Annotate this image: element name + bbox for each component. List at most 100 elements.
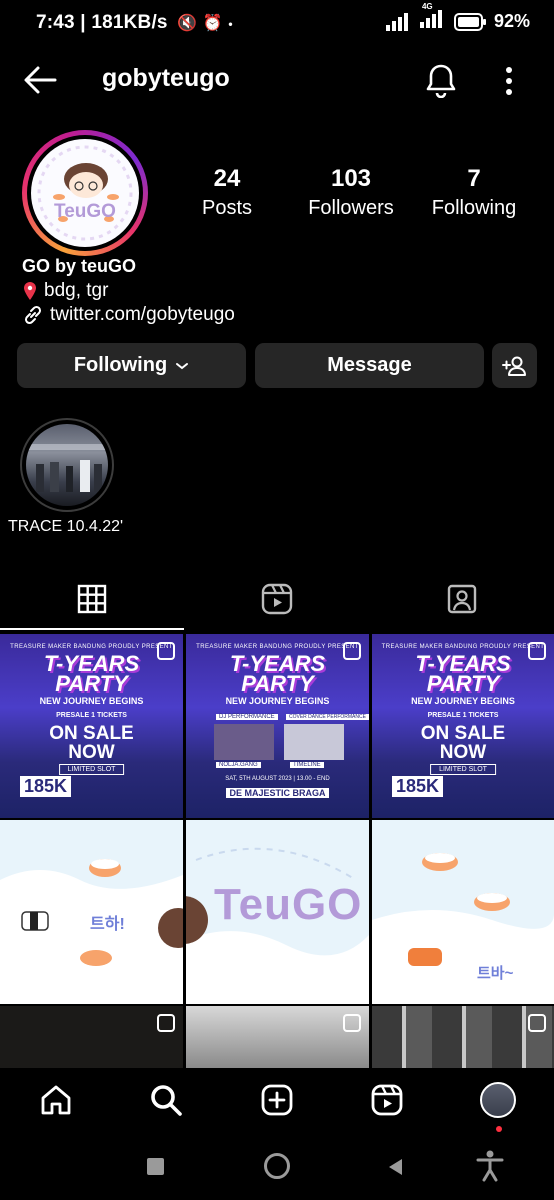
signal-icon — [385, 12, 408, 31]
battery-percent: 92% — [493, 11, 530, 31]
post-title: T-YEARS PARTY — [43, 651, 140, 696]
status-indicators: 4G 92% — [385, 2, 530, 33]
home-button-icon[interactable] — [264, 1153, 290, 1179]
message-label: Message — [327, 354, 412, 376]
tab-reels[interactable] — [185, 570, 369, 628]
post-venue: DE MAJESTIC BRAGA — [226, 788, 329, 798]
post-thumbnail[interactable] — [372, 1006, 554, 1068]
post-price: 185K — [392, 776, 444, 797]
post-photo-left — [214, 724, 274, 760]
post-thumbnail[interactable]: TeuGO — [186, 820, 369, 1004]
back-arrow-icon[interactable] — [22, 62, 58, 98]
message-button[interactable]: Message — [255, 343, 484, 388]
post-top-line: TREASURE MAKER BANDUNG PROUDLY PRESENT — [10, 644, 173, 650]
battery-icon — [453, 12, 486, 31]
tab-active-indicator — [0, 628, 184, 630]
avatar-logo-text: TeuGO — [54, 201, 116, 222]
nav-profile[interactable] — [478, 1080, 518, 1120]
recent-apps-icon[interactable] — [147, 1158, 164, 1175]
post-dj: DJ PERFORMANCE — [216, 714, 278, 720]
grid-icon — [77, 584, 107, 614]
avatar-illustration — [33, 141, 137, 245]
stat-label: Followers — [308, 197, 394, 219]
add-user-icon — [501, 356, 526, 376]
network-type: 4G — [421, 2, 433, 11]
nav-create[interactable] — [257, 1080, 297, 1120]
post-limited: LIMITED SLOT — [430, 764, 496, 775]
posts-count[interactable]: 24 Posts — [157, 164, 297, 222]
location-text: bdg, tgr — [44, 280, 109, 301]
dot-icon: • — [228, 17, 233, 31]
post-thumbnail[interactable]: 트바~ — [372, 820, 554, 1004]
post-limited: LIMITED SLOT — [58, 764, 125, 775]
stat-label: Following — [431, 197, 517, 219]
post-sticker-text: 트바~ — [477, 965, 514, 982]
tab-grid[interactable] — [0, 570, 184, 628]
highlight-label[interactable]: TRACE 10.4.22' — [8, 518, 123, 536]
multi-photo-icon — [157, 1014, 175, 1032]
notification-bell-icon[interactable] — [424, 62, 458, 98]
mute-icon: 🔇 — [177, 15, 198, 32]
post-subtitle: NEW JOURNEY BEGINS — [411, 696, 515, 706]
profile-avatar — [480, 1082, 516, 1118]
status-bar: 7:43 | 181KB/s 🔇 ⏰ • 4G 92% — [0, 0, 554, 48]
status-time: 7:43 | 181KB/s 🔇 ⏰ • — [36, 12, 233, 33]
search-icon — [151, 1085, 182, 1116]
accessibility-icon[interactable] — [476, 1150, 504, 1182]
stat-value: 24 — [213, 165, 241, 192]
post-thumbnail[interactable] — [186, 1006, 369, 1068]
post-date: SAT, 5TH AUGUST 2023 | 13.00 - END — [225, 776, 330, 782]
following-button[interactable]: Following — [17, 343, 246, 388]
post-onsale: ON SALE NOW — [420, 723, 506, 763]
post-thumbnail[interactable]: TREASURE MAKER BANDUNG PROUDLY PRESENT T… — [186, 634, 369, 818]
post-sticker-text: 트하! — [90, 916, 125, 933]
post-subtitle: NEW JOURNEY BEGINS — [39, 696, 144, 706]
post-logo-text: TeuGO — [214, 880, 363, 929]
home-icon — [41, 1085, 71, 1115]
post-presale: PRESALE 1 TICKETS — [56, 712, 127, 719]
profile-username: gobyteugo — [102, 64, 230, 92]
following-count[interactable]: 7 Following — [404, 164, 544, 222]
link-text: twitter.com/gobyteugo — [50, 304, 235, 325]
multi-photo-icon — [528, 1014, 546, 1032]
post-group2: TIMELINE — [290, 762, 324, 768]
add-post-icon — [261, 1084, 293, 1116]
reels-icon — [371, 1084, 403, 1116]
nav-home[interactable] — [36, 1080, 76, 1120]
post-title: T-YEARS PARTY — [415, 651, 511, 696]
nav-reels[interactable] — [367, 1080, 407, 1120]
post-price: 185K — [20, 776, 72, 797]
post-thumbnail[interactable]: 트하! — [0, 820, 183, 1004]
post-presale: PRESALE 1 TICKETS — [427, 712, 499, 719]
post-onsale: ON SALE NOW — [49, 723, 134, 763]
highlight-cover[interactable] — [26, 424, 108, 506]
stat-label: Posts — [201, 197, 253, 219]
profile-location: bdg, tgr — [22, 280, 108, 302]
stat-value: 7 — [467, 165, 481, 192]
signal-4g-icon — [419, 10, 442, 28]
nav-search[interactable] — [146, 1080, 186, 1120]
post-photo-right — [284, 724, 344, 760]
following-label: Following — [73, 354, 168, 376]
post-thumbnail[interactable]: TREASURE MAKER BANDUNG PROUDLY PRESENT T… — [372, 634, 554, 818]
multi-photo-icon — [343, 1014, 361, 1032]
more-options-icon[interactable] — [497, 64, 521, 98]
post-cover: COVER DANCE PERFORMANCE — [286, 714, 369, 720]
profile-name: GO by teuGO — [22, 256, 137, 276]
add-user-button[interactable] — [492, 343, 537, 388]
notification-dot — [496, 1126, 502, 1132]
profile-link[interactable]: twitter.com/gobyteugo — [22, 304, 235, 326]
followers-count[interactable]: 103 Followers — [281, 164, 421, 222]
post-top-line: TREASURE MAKER BANDUNG PROUDLY PRESENT — [196, 644, 359, 650]
tagged-icon — [447, 584, 477, 614]
highlight-photo — [26, 444, 108, 492]
post-top-line: TREASURE MAKER BANDUNG PROUDLY PRESENT — [381, 644, 545, 650]
chevron-down-icon — [176, 362, 189, 369]
avatar[interactable]: TeuGO — [31, 139, 139, 247]
post-group1: NOLJA.GANG — [216, 762, 261, 768]
post-thumbnail[interactable]: TREASURE MAKER BANDUNG PROUDLY PRESENT T… — [0, 634, 183, 818]
tab-tagged[interactable] — [370, 570, 554, 628]
back-triangle-icon[interactable] — [386, 1157, 406, 1177]
location-pin-icon — [24, 282, 36, 300]
post-thumbnail[interactable] — [0, 1006, 183, 1068]
